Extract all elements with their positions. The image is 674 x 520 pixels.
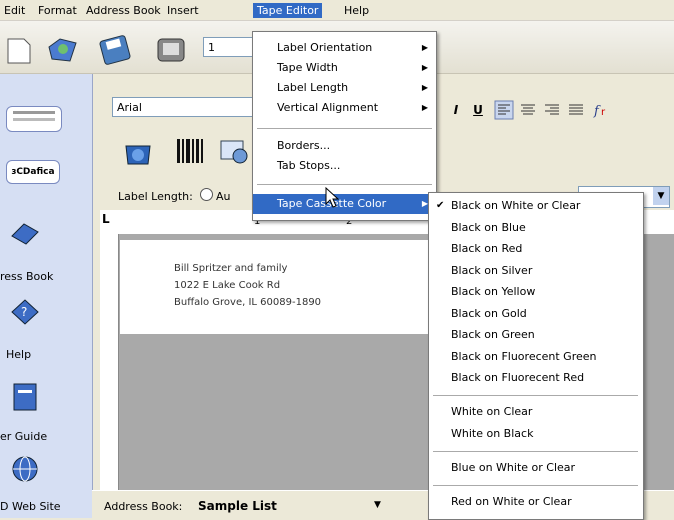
menu-item-tape-cassette-color[interactable]: Tape Cassette Color ▶ xyxy=(253,194,436,214)
italic-button[interactable]: I xyxy=(446,100,466,120)
sidebar-label-address-book[interactable]: ress Book xyxy=(0,270,53,283)
color-item-black-on-silver[interactable]: Black on Silver xyxy=(429,260,643,281)
chevron-down-icon[interactable]: ▼ xyxy=(374,500,381,510)
new-document-icon[interactable] xyxy=(4,33,38,67)
menu-bar: Edit Format Address Book Insert Tape Edi… xyxy=(0,0,674,21)
open-folder-icon[interactable] xyxy=(46,33,80,67)
auto-length-label[interactable]: Au xyxy=(216,190,231,203)
auto-length-radio[interactable] xyxy=(200,188,213,201)
color-item-red-on-white[interactable]: Red on White or Clear xyxy=(429,491,643,512)
menu-address-book[interactable]: Address Book xyxy=(82,3,165,18)
justify-icon[interactable] xyxy=(566,100,586,120)
sidebar-label-help[interactable]: Help xyxy=(6,348,31,361)
submenu-arrow-icon: ▶ xyxy=(421,103,428,112)
color-item-black-on-red[interactable]: Black on Red xyxy=(429,238,643,259)
menu-separator xyxy=(433,485,638,486)
help-icon[interactable]: ? xyxy=(8,296,42,326)
mouse-cursor-icon xyxy=(325,187,340,208)
address-line-3[interactable]: Buffalo Grove, IL 60089-1890 xyxy=(174,297,321,308)
underline-button[interactable]: U xyxy=(468,100,488,120)
menu-help[interactable]: Help xyxy=(340,3,373,18)
align-center-icon[interactable] xyxy=(518,100,538,120)
menu-item-borders[interactable]: Borders... xyxy=(253,136,436,156)
menu-separator xyxy=(257,184,432,185)
svg-text:r: r xyxy=(601,107,606,118)
sidebar-label-web-site[interactable]: D Web Site xyxy=(0,500,61,513)
menu-item-tape-width[interactable]: Tape Width ▶ xyxy=(253,58,436,78)
color-item-black-on-gold[interactable]: Black on Gold xyxy=(429,303,643,324)
chevron-down-icon[interactable]: ▼ xyxy=(653,187,669,205)
align-left-icon[interactable] xyxy=(494,100,514,120)
submenu-arrow-icon: ▶ xyxy=(421,43,428,52)
checkmark-icon: ✔ xyxy=(436,200,445,211)
menu-item-label-length[interactable]: Label Length ▶ xyxy=(253,78,436,98)
menu-item-tab-stops[interactable]: Tab Stops... xyxy=(253,156,436,176)
menu-format[interactable]: Format xyxy=(34,3,81,18)
label-length-caption: Label Length: xyxy=(118,190,193,203)
sidebar-label-user-guide[interactable]: er Guide xyxy=(0,430,47,443)
menu-edit[interactable]: Edit xyxy=(0,3,29,18)
menu-separator xyxy=(433,451,638,452)
insert-barcode-icon[interactable] xyxy=(174,136,208,170)
menu-tape-editor[interactable]: Tape Editor xyxy=(253,3,323,18)
address-book-caption: Address Book: xyxy=(104,500,183,513)
font-select[interactable]: Arial xyxy=(112,97,262,117)
font-effects-icon[interactable]: fr xyxy=(592,100,612,120)
insert-image-icon[interactable] xyxy=(122,140,154,168)
menu-item-vertical-alignment[interactable]: Vertical Alignment ▶ xyxy=(253,98,436,118)
svg-text:?: ? xyxy=(21,305,27,319)
address-book-select[interactable]: Sample List xyxy=(198,499,277,513)
menu-separator xyxy=(257,128,432,129)
zoom-field[interactable]: 1 xyxy=(203,37,255,57)
save-disk-icon[interactable] xyxy=(98,33,132,67)
menu-insert[interactable]: Insert xyxy=(163,3,203,18)
color-item-white-on-clear[interactable]: White on Clear xyxy=(429,401,643,422)
address-book-icon[interactable] xyxy=(8,218,42,248)
user-guide-icon[interactable] xyxy=(8,382,42,412)
vertical-ruler xyxy=(100,234,119,490)
color-item-black-on-green[interactable]: Black on Green xyxy=(429,324,643,345)
menu-separator xyxy=(433,395,638,396)
barcode-thumbnail[interactable]: ɜCDafica xyxy=(6,160,60,184)
menu-item-label-orientation[interactable]: Label Orientation ▶ xyxy=(253,38,436,58)
submenu-arrow-icon: ▶ xyxy=(421,83,428,92)
tape-cassette-color-submenu: ✔ Black on White or Clear Black on Blue B… xyxy=(428,192,644,520)
insert-date-time-icon[interactable] xyxy=(218,136,250,166)
align-right-icon[interactable] xyxy=(542,100,562,120)
label-thumbnail[interactable] xyxy=(6,106,62,132)
color-item-black-on-yellow[interactable]: Black on Yellow xyxy=(429,281,643,302)
svg-text:f: f xyxy=(593,104,601,119)
tab-stop-icon[interactable]: L xyxy=(102,212,110,226)
address-line-2[interactable]: 1022 E Lake Cook Rd xyxy=(174,280,280,291)
sidebar: ɜCDafica ress Book ? Help er Guide D Web… xyxy=(0,74,93,518)
color-item-black-on-white[interactable]: ✔ Black on White or Clear xyxy=(429,195,643,216)
tape-editor-menu: Label Orientation ▶ Tape Width ▶ Label Len… xyxy=(252,31,437,221)
web-site-globe-icon[interactable] xyxy=(8,454,42,484)
color-item-white-on-black[interactable]: White on Black xyxy=(429,423,643,444)
color-item-blue-on-white[interactable]: Blue on White or Clear xyxy=(429,457,643,478)
submenu-arrow-icon: ▶ xyxy=(421,63,428,72)
color-item-black-on-fluorecent-red[interactable]: Black on Fluorecent Red xyxy=(429,367,643,388)
label-canvas[interactable] xyxy=(120,240,450,334)
address-line-1[interactable]: Bill Spritzer and family xyxy=(174,263,287,274)
print-label-icon[interactable] xyxy=(154,33,188,67)
color-item-black-on-blue[interactable]: Black on Blue xyxy=(429,217,643,238)
color-item-black-on-fluorecent-green[interactable]: Black on Fluorecent Green xyxy=(429,346,643,367)
